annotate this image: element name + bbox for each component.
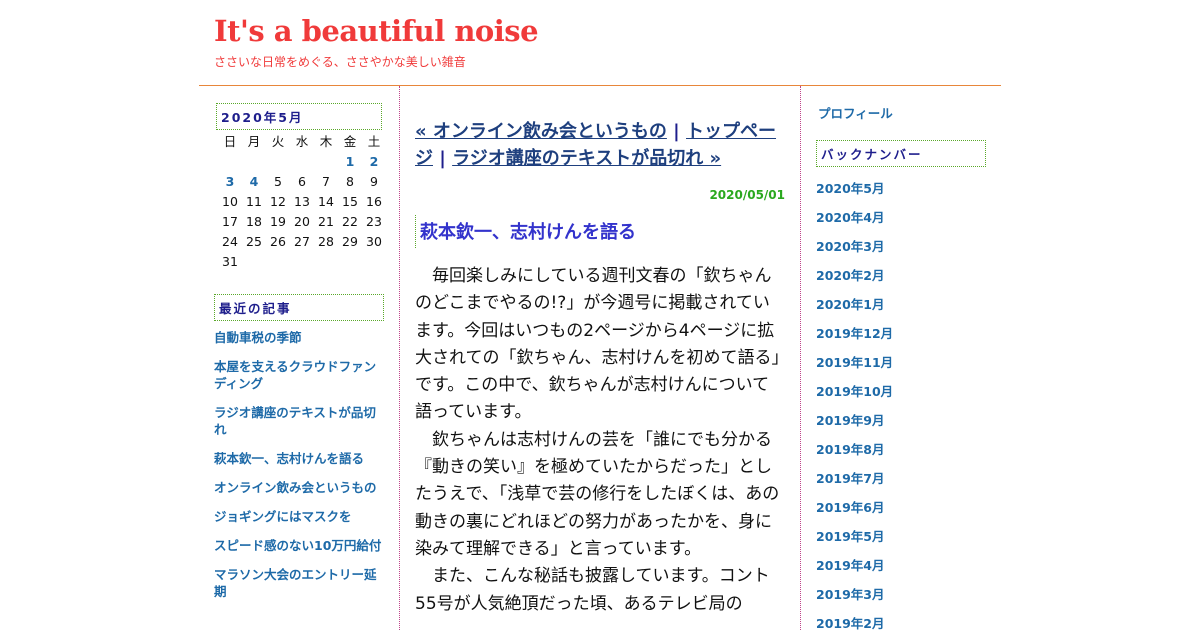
recent-post-link[interactable]: オンライン飲み会というもの (214, 479, 384, 496)
archive-month-link[interactable]: 2020年4月 (816, 209, 986, 238)
calendar-day: 31 (222, 254, 238, 269)
archive-month-link[interactable]: 2019年6月 (816, 499, 986, 528)
calendar-empty-cell (242, 152, 266, 172)
recent-post-link[interactable]: スピード感のない10万円給付 (214, 537, 384, 554)
blog-title[interactable]: It's a beautiful noise (214, 14, 539, 48)
archive-month-link[interactable]: 2019年9月 (816, 412, 986, 441)
archive-month-link[interactable]: 2019年3月 (816, 586, 986, 615)
prev-post-link[interactable]: « オンライン飲み会というもの (415, 121, 667, 142)
post-date: 2020/05/01 (709, 188, 785, 202)
recent-posts-heading: 最近の記事 (214, 294, 384, 321)
calendar-day: 29 (342, 234, 358, 249)
calendar-day: 16 (366, 194, 382, 209)
calendar-day[interactable]: 4 (242, 172, 266, 192)
calendar-grid: 日月火水木金土 1 2 3 4 5 6 7 8 9 10 11 12 13 14 15 16 17 18 19 20 21… (218, 132, 382, 272)
nav-separator: | (666, 121, 687, 142)
archive-month-link[interactable]: 2019年8月 (816, 441, 986, 470)
calendar-empty-cell (218, 152, 242, 172)
recent-post-link[interactable]: ジョギングにはマスクを (214, 508, 384, 525)
calendar-day: 13 (294, 194, 310, 209)
recent-post-link[interactable]: 本屋を支えるクラウドファンディング (214, 358, 384, 392)
calendar-day: 26 (270, 234, 286, 249)
calendar-day: 7 (322, 174, 330, 189)
recent-post-link[interactable]: ラジオ講座のテキストが品切れ (214, 404, 384, 438)
calendar-day: 27 (294, 234, 310, 249)
recent-posts-list: 自動車税の季節本屋を支えるクラウドファンディング ラジオ講座のテキストが品切れ萩本… (214, 329, 384, 600)
recent-post-link[interactable]: 自動車税の季節 (214, 329, 384, 346)
calendar-day: 10 (222, 194, 238, 209)
calendar-empty-cell (266, 152, 290, 172)
calendar-day: 14 (318, 194, 334, 209)
calendar: 2020年5月 日月火水木金土 1 2 3 4 5 6 7 8 9 10 11 12 13 14 15 16 17… (216, 103, 382, 272)
archive-month-link[interactable]: 2020年5月 (816, 180, 986, 209)
calendar-day: 9 (370, 174, 378, 189)
entry-paragraph: また、こんな秘話も披露しています。コント55号が人気絶頂だった頃、あるテレビ局の (415, 566, 770, 614)
calendar-day: 12 (270, 194, 286, 209)
calendar-day: 19 (270, 214, 286, 229)
calendar-day: 21 (318, 214, 334, 229)
profile-link[interactable]: プロフィール (818, 103, 986, 122)
calendar-weekday: 水 (295, 134, 309, 149)
archive-month-link[interactable]: 2020年1月 (816, 296, 986, 325)
archive-month-link[interactable]: 2019年10月 (816, 383, 986, 412)
calendar-heading: 2020年5月 (216, 103, 382, 130)
entry-body: 毎回楽しみにしている週刊文春の「欽ちゃんのどこまでやるの!?」が今週号に掲載され… (415, 263, 785, 618)
calendar-day: 5 (274, 174, 282, 189)
archive-month-link[interactable]: 2019年7月 (816, 470, 986, 499)
entry-paragraph: 毎回楽しみにしている週刊文春の「欽ちゃんのどこまでやるの!?」が今週号に掲載され… (415, 266, 780, 423)
right-sidebar: プロフィール バックナンバー 2020年5月 2020年4月 2020年3月 2020… (816, 103, 986, 630)
calendar-day: 17 (222, 214, 238, 229)
archive-month-link[interactable]: 2020年3月 (816, 238, 986, 267)
calendar-weekday: 日 (223, 134, 237, 149)
calendar-empty-cell (290, 152, 314, 172)
archive-month-link[interactable]: 2020年2月 (816, 267, 986, 296)
nav-separator: | (433, 148, 453, 169)
archive-month-link[interactable]: 2019年5月 (816, 528, 986, 557)
recent-post-link[interactable]: 萩本欽一、志村けんを語る (214, 450, 384, 467)
post-navigation: « オンライン飲み会というもの | トップページ | ラジオ講座のテキストが品切… (415, 118, 785, 172)
calendar-day: 15 (342, 194, 358, 209)
main-content: « オンライン飲み会というもの | トップページ | ラジオ講座のテキストが品切… (415, 118, 785, 618)
archive-month-link[interactable]: 2019年11月 (816, 354, 986, 383)
calendar-day: 22 (342, 214, 358, 229)
calendar-weekday: 金 (343, 134, 357, 149)
calendar-day: 30 (366, 234, 382, 249)
archive-month-link[interactable]: 2019年12月 (816, 325, 986, 354)
calendar-day[interactable]: 3 (218, 172, 242, 192)
blog-page: It's a beautiful noise ささいな日常をめぐる、ささやかな美… (0, 0, 1200, 630)
calendar-day: 8 (346, 174, 354, 189)
calendar-day: 20 (294, 214, 310, 229)
right-column-divider (800, 86, 801, 630)
blog-description: ささいな日常をめぐる、ささやかな美しい雑音 (214, 55, 466, 69)
calendar-day: 18 (246, 214, 262, 229)
calendar-day: 11 (246, 194, 262, 209)
calendar-day: 24 (222, 234, 238, 249)
calendar-day: 25 (246, 234, 262, 249)
archive-month-link[interactable]: 2019年4月 (816, 557, 986, 586)
calendar-weekday: 土 (367, 134, 381, 149)
calendar-day: 28 (318, 234, 334, 249)
calendar-day: 6 (298, 174, 306, 189)
calendar-weekday: 火 (271, 134, 285, 149)
entry-paragraph: 欽ちゃんは志村けんの芸を「誰にでも分かる『動きの笑い』を極めていたからだった」と… (415, 429, 780, 559)
archive-list: 2020年5月 2020年4月 2020年3月 2020年2月 2020年1月 2019年… (816, 180, 986, 630)
calendar-day[interactable]: 1 (338, 152, 362, 172)
next-post-link[interactable]: ラジオ講座のテキストが品切れ » (452, 148, 721, 169)
archive-month-link[interactable]: 2019年2月 (816, 615, 986, 630)
calendar-day[interactable]: 2 (362, 152, 386, 172)
entry-title: 萩本欽一、志村けんを語る (415, 215, 785, 248)
calendar-empty-cell (314, 152, 338, 172)
recent-post-link[interactable]: マラソン大会のエントリー延期 (214, 566, 384, 600)
blog-header: It's a beautiful noise ささいな日常をめぐる、ささやかな美… (199, 0, 1001, 86)
calendar-weekday: 月 (247, 134, 261, 149)
calendar-weekday: 木 (319, 134, 333, 149)
backnumber-heading: バックナンバー (816, 140, 986, 167)
calendar-day: 23 (366, 214, 382, 229)
left-column-divider (399, 86, 400, 630)
left-sidebar: 2020年5月 日月火水木金土 1 2 3 4 5 6 7 8 9 10 11 12 13 14 15 16 17… (214, 103, 384, 612)
